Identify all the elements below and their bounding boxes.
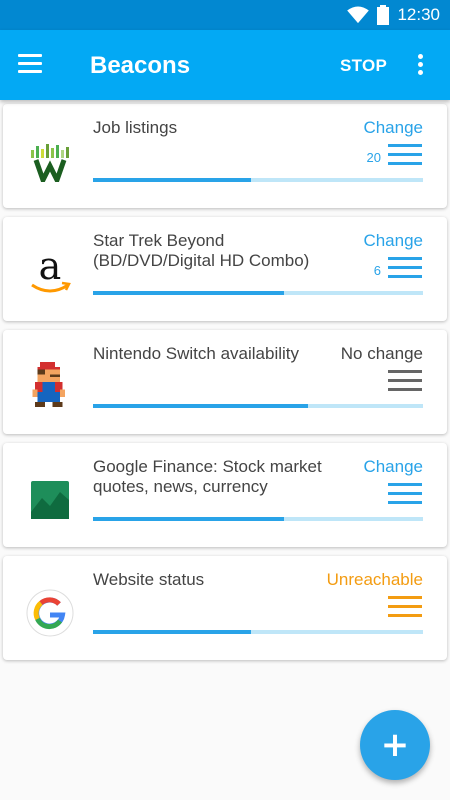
progress-bar (93, 630, 423, 634)
beacon-name: Job listings (93, 118, 178, 137)
progress-fill (93, 178, 252, 182)
list-lines-icon (388, 257, 422, 283)
status-label[interactable]: Change (363, 118, 423, 138)
beacon-list: Job listings Change 20 a Star Trek Beyon… (0, 104, 450, 669)
w-icon (23, 134, 77, 188)
progress-bar (93, 291, 423, 295)
beacon-name: Website status (93, 570, 205, 589)
more-options-icon[interactable] (418, 54, 424, 76)
mario-icon (23, 360, 77, 414)
list-lines-icon (388, 483, 422, 509)
list-lines-icon (388, 596, 422, 622)
battery-icon (377, 5, 390, 25)
page-title: Beacons (90, 52, 191, 79)
beacon-card[interactable]: Job listings Change 20 (3, 104, 447, 208)
progress-fill (93, 404, 308, 408)
app-bar: Beacons STOP (0, 30, 450, 100)
status-label[interactable]: Change (363, 457, 423, 477)
progress-bar (93, 517, 423, 521)
beacon-name: Google Finance: Stock market quotes, new… (93, 457, 322, 496)
menu-icon[interactable] (18, 54, 42, 74)
progress-bar (93, 178, 423, 182)
change-count: 6 (373, 263, 381, 278)
progress-fill (93, 291, 285, 295)
status-label[interactable]: No change (341, 344, 423, 364)
change-count: 20 (366, 150, 381, 165)
beacon-card[interactable]: Google Finance: Stock market quotes, new… (3, 443, 447, 547)
beacon-card[interactable]: Nintendo Switch availability No change (3, 330, 447, 434)
stop-button[interactable]: STOP (340, 56, 387, 76)
beacon-name: Star Trek Beyond (BD/DVD/Digital HD Comb… (93, 231, 310, 270)
clock: 12:30 (397, 5, 440, 24)
beacon-card[interactable]: a Star Trek Beyond (BD/DVD/Digital HD Co… (3, 217, 447, 321)
amazon-icon: a (23, 247, 77, 301)
status-label[interactable]: Unreachable (327, 570, 423, 590)
add-beacon-button[interactable]: + (360, 710, 430, 780)
svg-text:a: a (39, 249, 62, 288)
status-bar: 12:30 (0, 0, 450, 30)
finance-icon (23, 473, 77, 527)
progress-fill (93, 630, 252, 634)
list-lines-icon (388, 370, 422, 396)
progress-bar (93, 404, 423, 408)
wifi-icon (347, 6, 370, 24)
beacon-name: Nintendo Switch availability (93, 344, 299, 363)
status-label[interactable]: Change (363, 231, 423, 251)
beacon-card[interactable]: Website status Unreachable (3, 556, 447, 660)
google-icon (23, 586, 77, 640)
progress-fill (93, 517, 285, 521)
list-lines-icon (388, 144, 422, 170)
